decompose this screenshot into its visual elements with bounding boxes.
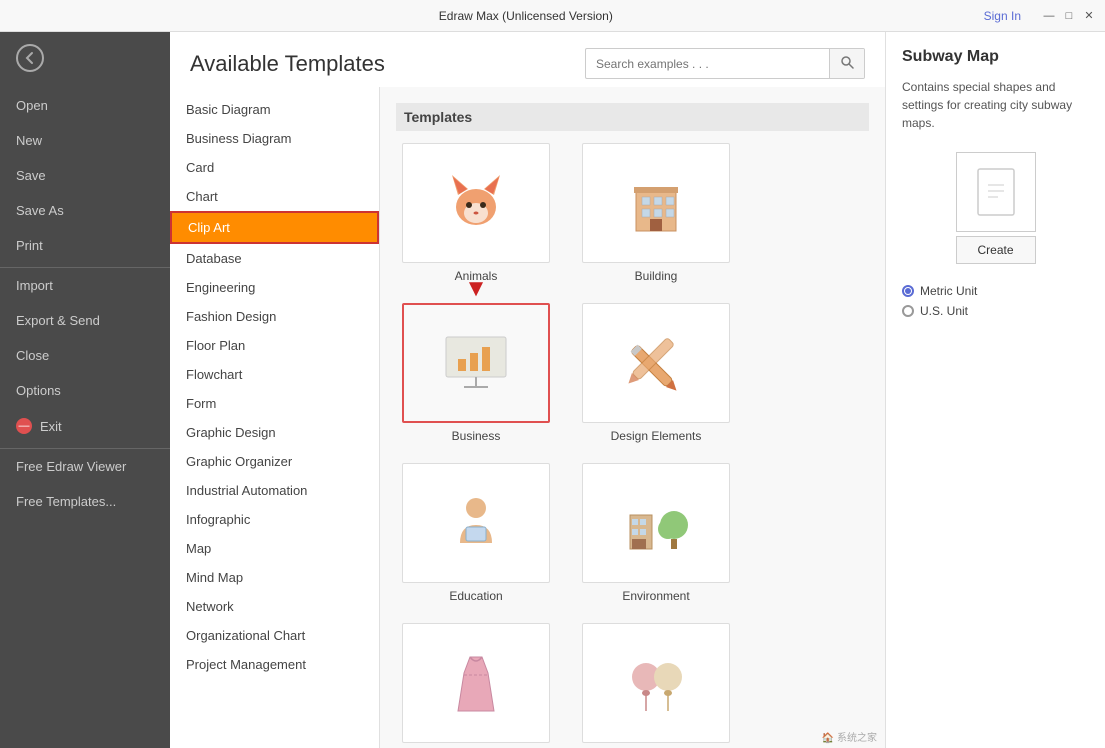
metric-unit-label: Metric Unit — [920, 284, 977, 298]
center-body: Basic Diagram Business Diagram Card Char… — [170, 87, 885, 748]
sidebar-item-save-as[interactable]: Save As — [0, 193, 170, 228]
category-business-diagram[interactable]: Business Diagram — [170, 124, 379, 153]
category-organizational-chart[interactable]: Organizational Chart — [170, 621, 379, 650]
right-panel: Subway Map Contains special shapes and s… — [885, 32, 1105, 748]
template-animals[interactable]: Animals — [396, 143, 556, 283]
title-bar-controls: — □ ✕ — [1041, 8, 1097, 24]
category-floor-plan[interactable]: Floor Plan — [170, 331, 379, 360]
sidebar-item-export-send[interactable]: Export & Send — [0, 303, 170, 338]
sidebar-item-import[interactable]: Import — [0, 267, 170, 303]
available-templates-title: Available Templates — [190, 51, 385, 77]
templates-grid: Animals — [396, 143, 869, 748]
template-education-thumb — [402, 463, 550, 583]
template-environment-label: Environment — [622, 589, 689, 603]
center-content: Available Templates Basic Diagram Busine… — [170, 32, 885, 748]
metric-radio[interactable] — [902, 285, 914, 297]
category-graphic-organizer[interactable]: Graphic Organizer — [170, 447, 379, 476]
template-animals-thumb — [402, 143, 550, 263]
sidebar-item-new[interactable]: New — [0, 123, 170, 158]
search-button[interactable] — [829, 49, 864, 78]
sidebar-item-exit[interactable]: — Exit — [0, 408, 170, 444]
sidebar-item-options[interactable]: Options — [0, 373, 170, 408]
sidebar-menu: Open New Save Save As Print Import Expor… — [0, 84, 170, 748]
sidebar-item-close[interactable]: Close — [0, 338, 170, 373]
template-education-label: Education — [449, 589, 502, 603]
search-input[interactable] — [586, 51, 829, 77]
us-unit-label: U.S. Unit — [920, 304, 968, 318]
template-education[interactable]: Education — [396, 463, 556, 603]
red-arrow-indicator: ▼ — [464, 277, 488, 301]
template-environment[interactable]: Environment — [576, 463, 736, 603]
category-map[interactable]: Map — [170, 534, 379, 563]
template-fashion-thumb — [402, 623, 550, 743]
template-design-elements[interactable]: Design Elements — [576, 303, 736, 443]
watermark: 🏠 系统之家 — [822, 729, 877, 744]
category-graphic-design[interactable]: Graphic Design — [170, 418, 379, 447]
category-list: Basic Diagram Business Diagram Card Char… — [170, 87, 380, 748]
sidebar-item-save[interactable]: Save — [0, 158, 170, 193]
category-basic-diagram[interactable]: Basic Diagram — [170, 95, 379, 124]
template-design-elements-label: Design Elements — [611, 429, 702, 443]
template-people-thumb — [582, 623, 730, 743]
back-button[interactable] — [0, 32, 170, 84]
template-design-elements-thumb — [582, 303, 730, 423]
us-unit-option[interactable]: U.S. Unit — [902, 304, 1089, 318]
category-network[interactable]: Network — [170, 592, 379, 621]
category-project-management[interactable]: Project Management — [170, 650, 379, 679]
title-bar: Edraw Max (Unlicensed Version) Sign In —… — [0, 0, 1105, 32]
search-bar — [585, 48, 865, 79]
create-btn-container: Create — [902, 152, 1089, 264]
us-radio[interactable] — [902, 305, 914, 317]
category-clip-art[interactable]: Clip Art — [170, 211, 379, 244]
sidebar-item-free-viewer[interactable]: Free Edraw Viewer — [0, 448, 170, 484]
category-mind-map[interactable]: Mind Map — [170, 563, 379, 592]
category-card[interactable]: Card — [170, 153, 379, 182]
minimize-button[interactable]: — — [1041, 8, 1057, 24]
template-fashion[interactable]: Fashion — [396, 623, 556, 748]
center-header: Available Templates — [170, 32, 885, 87]
sidebar-item-open[interactable]: Open — [0, 88, 170, 123]
template-environment-thumb — [582, 463, 730, 583]
unit-options: Metric Unit U.S. Unit — [902, 284, 1089, 324]
sidebar-item-free-templates[interactable]: Free Templates... — [0, 484, 170, 519]
sidebar: Open New Save Save As Print Import Expor… — [0, 32, 170, 748]
templates-header: Templates — [396, 103, 869, 131]
category-form[interactable]: Form — [170, 389, 379, 418]
right-panel-description: Contains special shapes and settings for… — [902, 78, 1089, 132]
back-circle-icon — [16, 44, 44, 72]
sign-in-link[interactable]: Sign In — [984, 9, 1029, 23]
template-building-thumb — [582, 143, 730, 263]
metric-unit-option[interactable]: Metric Unit — [902, 284, 1089, 298]
template-building[interactable]: Building — [576, 143, 736, 283]
template-business[interactable]: ▼ — [396, 303, 556, 443]
maximize-button[interactable]: □ — [1061, 8, 1077, 24]
template-business-label: Business — [452, 429, 501, 443]
category-infographic[interactable]: Infographic — [170, 505, 379, 534]
category-industrial-automation[interactable]: Industrial Automation — [170, 476, 379, 505]
create-button[interactable]: Create — [956, 236, 1036, 264]
title-bar-text: Edraw Max (Unlicensed Version) — [68, 9, 984, 23]
create-thumb — [956, 152, 1036, 232]
templates-panel: Templates — [380, 87, 885, 748]
app-body: Open New Save Save As Print Import Expor… — [0, 32, 1105, 748]
right-panel-title: Subway Map — [902, 48, 1089, 66]
category-engineering[interactable]: Engineering — [170, 273, 379, 302]
template-business-thumb — [402, 303, 550, 423]
close-button[interactable]: ✕ — [1081, 8, 1097, 24]
template-people[interactable]: People — [576, 623, 736, 748]
category-flowchart[interactable]: Flowchart — [170, 360, 379, 389]
sidebar-item-print[interactable]: Print — [0, 228, 170, 263]
template-building-label: Building — [635, 269, 678, 283]
category-chart[interactable]: Chart — [170, 182, 379, 211]
category-fashion-design[interactable]: Fashion Design — [170, 302, 379, 331]
exit-icon: — — [16, 418, 32, 434]
category-database[interactable]: Database — [170, 244, 379, 273]
